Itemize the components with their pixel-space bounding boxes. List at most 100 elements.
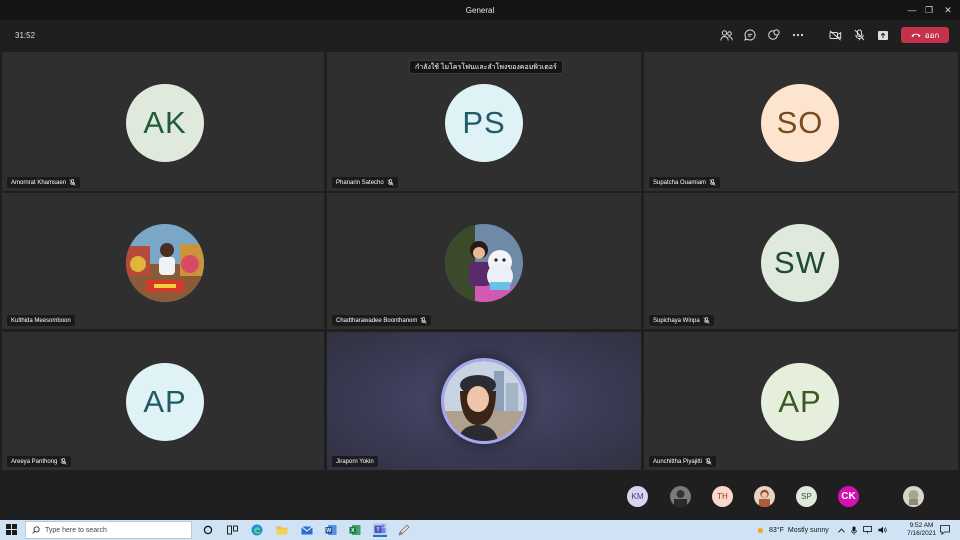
participant-nametag: Aunchittha Piyajitti — [649, 456, 717, 467]
participant-nametag: Areeya Panthong — [7, 456, 72, 467]
participant-photo — [441, 358, 527, 444]
excel-icon: X — [349, 525, 361, 535]
mic-muted-icon — [420, 317, 427, 324]
participant-name: Supichaya Winpa — [653, 317, 700, 324]
mic-muted-icon — [703, 317, 710, 324]
participant-avatar: SO — [761, 84, 839, 162]
overflow-avatar-photo[interactable] — [670, 486, 691, 507]
meeting-timer: 31:52 — [15, 31, 36, 40]
microphone-icon[interactable] — [851, 526, 857, 535]
phone-hangup-icon — [911, 33, 921, 37]
windows-taskbar: Type here to search W X T 83°F Mostly su… — [0, 520, 960, 540]
word-icon: W — [325, 525, 337, 535]
participant-nametag: Amornrat Khamsaen — [7, 177, 81, 188]
mic-muted-icon — [69, 179, 76, 186]
sun-icon — [757, 527, 764, 533]
svg-text:T: T — [376, 528, 379, 534]
edge-icon — [251, 524, 263, 536]
paint-icon — [398, 524, 410, 536]
file-explorer-button[interactable] — [275, 523, 289, 537]
participant-avatar: AP — [126, 363, 204, 441]
search-icon — [32, 526, 40, 534]
participant-name: Phanarin Satecho — [336, 179, 384, 186]
volume-icon[interactable] — [878, 526, 887, 534]
profile-photo-icon — [670, 486, 691, 507]
teams-button[interactable]: T — [373, 523, 387, 537]
participant-tile[interactable]: AP Areeya Panthong — [2, 332, 324, 470]
chat-icon — [744, 29, 756, 41]
paint-button[interactable] — [397, 523, 411, 537]
cortana-icon — [203, 525, 213, 535]
profile-photo-icon — [444, 361, 524, 441]
excel-button[interactable]: X — [348, 523, 362, 537]
participant-nametag: Kulthida Meesomboon — [7, 315, 75, 326]
system-tray — [838, 520, 887, 540]
mic-muted-icon — [60, 458, 67, 465]
audio-device-tooltip: กำลังใช้ ไมโครโฟนและลำโพงของคอมพิวเตอร์ — [409, 60, 563, 74]
notification-icon — [940, 525, 950, 535]
folder-icon — [276, 526, 288, 535]
participant-tile[interactable]: SO Supatcha Ouamiam — [644, 52, 958, 191]
participant-tile[interactable]: AK Amornrat Khamsaen — [2, 52, 324, 191]
network-icon[interactable] — [863, 526, 872, 534]
participant-name: Areeya Panthong — [11, 458, 58, 465]
participant-nametag: Supichaya Winpa — [649, 315, 714, 326]
camera-toggle-button[interactable] — [826, 27, 844, 43]
participant-tile[interactable]: Chadtharawadee Boonthanom — [327, 193, 641, 329]
overflow-avatar[interactable]: TH — [712, 486, 733, 507]
participant-tile[interactable]: SW Supichaya Winpa — [644, 193, 958, 329]
cortana-button[interactable] — [201, 523, 215, 537]
video-grid: AK Amornrat Khamsaen PS Phanarin Satecho… — [0, 52, 960, 470]
participant-name: Amornrat Khamsaen — [11, 179, 67, 186]
notifications-button[interactable] — [938, 523, 952, 537]
participant-avatar: AP — [761, 363, 839, 441]
mic-muted-icon — [705, 458, 712, 465]
overflow-avatar-photo[interactable] — [754, 486, 775, 507]
participant-name: Supatcha Ouamiam — [653, 179, 707, 186]
clock-date: 7/16/2021 — [907, 530, 936, 537]
participant-nametag: Phanarin Satecho — [332, 177, 398, 188]
mic-toggle-button[interactable] — [850, 27, 868, 43]
participants-button[interactable] — [717, 27, 735, 43]
overflow-avatar[interactable]: CK — [838, 486, 859, 507]
clock-time: 9:52 AM — [909, 522, 934, 529]
overflow-avatar[interactable]: KM — [627, 486, 648, 507]
leave-button[interactable]: ออก — [901, 27, 949, 43]
taskbar-clock[interactable]: 9:52 AM 7/16/2021 — [907, 522, 936, 538]
chevron-up-icon[interactable] — [838, 527, 845, 533]
participant-tile[interactable]: Kulthida Meesomboon — [2, 193, 324, 329]
share-screen-button[interactable] — [874, 27, 892, 43]
participant-avatar: AK — [126, 84, 204, 162]
participant-nametag: Supatcha Ouamiam — [649, 177, 721, 188]
weather-temp: 83°F — [769, 526, 784, 534]
windows-start-icon[interactable] — [6, 524, 17, 535]
camera-off-icon — [829, 29, 841, 41]
mail-button[interactable] — [300, 523, 314, 537]
participant-name: Aunchittha Piyajitti — [653, 458, 703, 465]
task-view-icon — [226, 525, 238, 535]
chat-button[interactable] — [741, 27, 759, 43]
word-button[interactable]: W — [324, 523, 338, 537]
more-options-button[interactable] — [789, 27, 807, 43]
edge-button[interactable] — [250, 523, 264, 537]
self-view-avatar[interactable] — [903, 486, 924, 507]
window-title: General — [465, 6, 495, 15]
people-icon — [719, 29, 733, 41]
profile-photo-icon — [903, 486, 924, 507]
profile-photo-icon — [754, 486, 775, 507]
task-view-button[interactable] — [225, 523, 239, 537]
raise-hand-icon — [768, 29, 780, 40]
participant-name: Jiraporn Yokin — [336, 458, 374, 465]
participant-tile[interactable]: AP Aunchittha Piyajitti — [644, 332, 958, 470]
participant-nametag: Chadtharawadee Boonthanom — [332, 315, 432, 326]
reactions-button[interactable] — [765, 27, 783, 43]
mic-off-icon — [854, 29, 864, 41]
weather-widget[interactable]: 83°F Mostly sunny — [756, 520, 829, 540]
participant-tile-speaking[interactable]: Jiraporn Yokin — [327, 332, 641, 470]
search-placeholder: Type here to search — [45, 526, 107, 534]
taskbar-search-box[interactable]: Type here to search — [25, 521, 192, 539]
more-icon — [792, 33, 804, 37]
teams-icon: T — [374, 524, 386, 534]
close-button[interactable]: ✕ — [937, 0, 959, 20]
overflow-avatar[interactable]: SP — [796, 486, 817, 507]
